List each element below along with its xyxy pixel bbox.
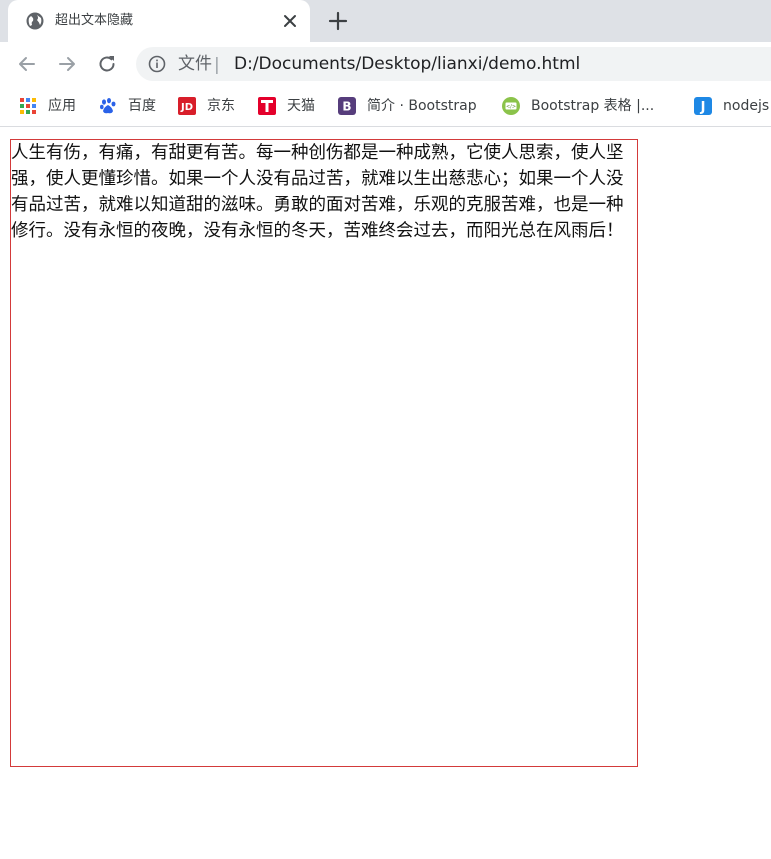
address-bar[interactable]: 文件 | D:/Documents/Desktop/lianxi/demo.ht… [136, 47, 771, 81]
svg-text:J: J [700, 100, 706, 115]
bootstrap-logo-icon: B [338, 97, 356, 115]
forward-arrow-icon[interactable] [56, 53, 78, 75]
url-text[interactable]: D:/Documents/Desktop/lianxi/demo.html [234, 54, 580, 74]
svg-text:B: B [342, 100, 351, 114]
close-icon[interactable] [281, 12, 299, 30]
text-container: 人生有伤，有痛，有甜更有苦。每一种创伤都是一种成熟，它使人思索，使人坚强，使人更… [10, 139, 638, 767]
bookmark-jd[interactable]: JD 京东 [178, 95, 235, 117]
browser-toolbar: 文件 | D:/Documents/Desktop/lianxi/demo.ht… [0, 42, 771, 86]
address-separator: | [214, 55, 220, 75]
bookmark-tmall[interactable]: 天猫 [258, 95, 315, 117]
baidu-paw-icon [100, 98, 116, 114]
bookmark-label: Bootstrap 表格 |... [531, 98, 655, 114]
bookmark-label: nodejs [723, 98, 770, 114]
bookmark-label: 百度 [128, 98, 156, 114]
bookmark-nodejs[interactable]: J nodejs [694, 95, 769, 117]
browser-tab[interactable]: 超出文本隐藏 [8, 0, 310, 42]
svg-text:</>: </> [506, 104, 516, 110]
bookmark-label: 天猫 [287, 98, 315, 114]
j-logo-icon: J [694, 97, 712, 115]
jd-logo-icon: JD [178, 97, 196, 115]
runoob-logo-icon: </> [502, 97, 520, 115]
bookmark-label: 简介 · Bootstrap [367, 98, 477, 114]
tab-strip: 超出文本隐藏 [0, 0, 771, 42]
svg-text:JD: JD [180, 102, 193, 113]
bookmarks-bar: 应用 百度 JD 京东 天猫 B 简介 · Bootstrap </> Boot… [0, 86, 771, 127]
apps-grid-icon [20, 98, 36, 114]
bookmark-bootstrap[interactable]: B 简介 · Bootstrap [338, 95, 477, 117]
bookmark-bootstrap-table[interactable]: </> Bootstrap 表格 |... [502, 95, 654, 117]
reload-icon[interactable] [96, 53, 118, 75]
new-tab-plus-icon[interactable] [327, 10, 349, 32]
tab-title: 超出文本隐藏 [55, 13, 134, 28]
bookmark-label: 应用 [48, 98, 76, 114]
tmall-logo-icon [258, 97, 276, 115]
globe-icon [26, 12, 44, 30]
back-arrow-icon[interactable] [16, 53, 38, 75]
bookmark-label: 京东 [207, 98, 235, 114]
bookmark-apps[interactable]: 应用 [19, 95, 76, 117]
bookmark-baidu[interactable]: 百度 [99, 95, 156, 117]
info-icon[interactable] [148, 55, 166, 73]
paragraph-text: 人生有伤，有痛，有甜更有苦。每一种创伤都是一种成熟，它使人思索，使人坚强，使人更… [11, 143, 624, 241]
scheme-label: 文件 [178, 54, 212, 74]
